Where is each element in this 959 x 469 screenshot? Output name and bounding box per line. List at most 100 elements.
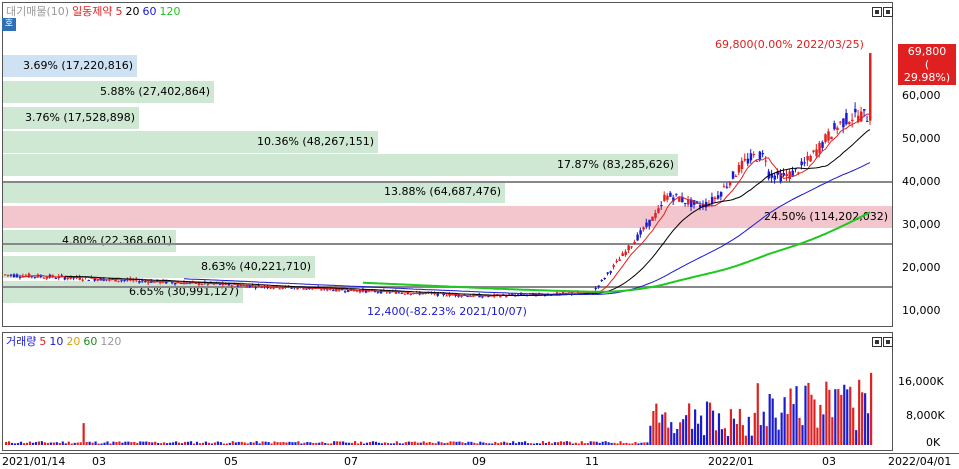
candle-body: [144, 280, 147, 282]
candle-body: [815, 149, 818, 156]
volume-bar: [529, 443, 533, 445]
volume-bar: [449, 441, 452, 445]
volume-bar: [440, 442, 443, 445]
volume-bar: [118, 441, 121, 445]
volume-bar: [592, 441, 595, 445]
candle-body: [281, 287, 284, 289]
volume-bar: [801, 425, 804, 445]
volume-bar: [336, 441, 339, 445]
volume-bar: [753, 412, 756, 445]
candle-body: [63, 277, 67, 280]
volume-bar: [40, 441, 43, 445]
candle-body: [710, 196, 714, 204]
volume-bar: [840, 394, 843, 445]
candle-body: [704, 201, 708, 208]
candle-body: [764, 160, 768, 162]
volume-bar: [607, 442, 610, 445]
candle-body: [45, 277, 49, 279]
volume-bar: [145, 441, 148, 445]
volume-bar: [392, 443, 395, 445]
volume-bar: [175, 441, 178, 445]
volume-bar: [541, 441, 545, 445]
volume-bar: [756, 383, 759, 445]
volume-bar: [688, 403, 691, 445]
volume-bar: [58, 443, 61, 445]
volume-bar: [49, 442, 52, 445]
price-tick: 10,000: [902, 304, 941, 317]
candle-body: [648, 219, 651, 227]
candle-body: [81, 279, 85, 281]
volume-bar: [565, 441, 568, 445]
volume-bar: [22, 443, 26, 445]
volume-bar: [849, 386, 852, 445]
volume-bar: [670, 422, 673, 445]
volume-bar: [243, 442, 246, 445]
volume-bar: [586, 443, 589, 445]
candle-body: [716, 195, 720, 199]
volume-bar: [571, 443, 574, 445]
volume-bar: [646, 442, 649, 445]
candle-body: [66, 278, 70, 280]
candle-body: [639, 230, 642, 235]
maximize-button[interactable]: [872, 7, 882, 17]
price-chart-pane[interactable]: 3.69% (17,220,816) 5.88% (27,402,864) 3.76…: [2, 2, 893, 327]
volume-bar: [148, 442, 151, 445]
date-tick: 2021/01/14: [2, 455, 66, 468]
volume-bar: [622, 443, 625, 445]
volume-bar: [667, 427, 670, 445]
volume-bar: [741, 425, 744, 445]
volume-bar: [858, 379, 861, 445]
volume-bar: [526, 443, 530, 445]
volume-bar: [342, 441, 345, 445]
volume-bar: [485, 443, 488, 445]
volume-bar: [386, 442, 389, 445]
volume-bar: [82, 423, 85, 445]
candle-body: [830, 136, 833, 140]
candle-body: [332, 289, 335, 291]
volume-close-button[interactable]: [883, 337, 893, 347]
candle-body: [460, 295, 463, 297]
volume-bar: [315, 442, 318, 445]
close-button[interactable]: [883, 7, 893, 17]
date-tick: 2022/04/01: [888, 455, 952, 468]
volume-bar: [198, 443, 202, 445]
candle-body: [785, 174, 788, 177]
volume-bar: [157, 442, 160, 445]
side-button[interactable]: 호: [2, 18, 16, 31]
volume-bar: [34, 442, 38, 445]
volume-bar: [589, 441, 592, 445]
volume-maximize-button[interactable]: [872, 337, 882, 347]
ma20-line: [64, 129, 871, 297]
volume-bar: [559, 441, 562, 445]
volume-bar: [31, 442, 35, 445]
candle-body: [675, 193, 678, 195]
volume-bar: [771, 398, 774, 445]
volume-bar: [160, 443, 163, 445]
volume-bar: [798, 417, 801, 445]
date-tick: 11: [585, 455, 599, 468]
volume-chart-pane[interactable]: 거래량 5 10 20 60 120: [2, 332, 893, 451]
candle-body: [866, 120, 869, 122]
volume-bar: [348, 442, 351, 445]
volume-bar: [837, 389, 840, 445]
volume-bar: [861, 392, 864, 445]
candle-body: [678, 197, 681, 202]
volume-bar: [679, 422, 682, 445]
volume-bar: [532, 443, 536, 445]
ma-5-label: 5: [115, 5, 123, 18]
volume-bar: [455, 441, 458, 445]
candle-body: [606, 272, 610, 274]
volume-bar: [744, 435, 747, 445]
volume-bar: [550, 443, 554, 445]
candle-body: [138, 280, 141, 283]
volume-bar: [273, 441, 276, 445]
candle-body: [397, 292, 401, 294]
volume-bar: [91, 442, 94, 445]
volume-bar: [810, 394, 813, 445]
volume-bar: [67, 441, 70, 445]
volume-bar: [425, 442, 428, 445]
volume-bar: [509, 443, 512, 445]
price-legend: 대기매물(10) 일동제약 5 20 60 120: [6, 6, 184, 18]
candle-body: [218, 283, 222, 285]
volume-bar: [685, 415, 688, 445]
